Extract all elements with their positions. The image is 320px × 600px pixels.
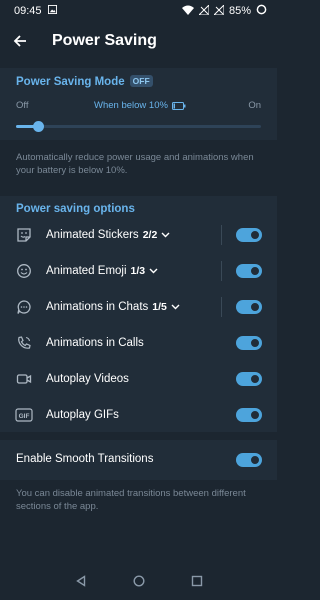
- battery-ring-icon: [256, 4, 267, 18]
- status-badge: OFF: [129, 75, 153, 87]
- circle-home-icon: [132, 575, 145, 587]
- wifi-icon: [181, 5, 194, 18]
- option-row-animated-emoji[interactable]: Animated Emoji 1/3: [0, 253, 277, 289]
- slider-current-label: When below 10%: [94, 100, 186, 111]
- option-row-animations-in-chats[interactable]: Animations in Chats 1/5: [0, 289, 277, 325]
- power-saving-mode-title: Power Saving Mode OFF: [16, 75, 153, 88]
- option-count: 1/5: [152, 301, 167, 313]
- autoplay-gifs-toggle[interactable]: [236, 408, 262, 422]
- animated-emoji-toggle[interactable]: [236, 264, 262, 278]
- video-icon: [15, 370, 33, 388]
- power-saving-options-section: Power saving options Animated Stickers 2…: [0, 196, 277, 432]
- gif-icon: GIF: [15, 406, 33, 424]
- slider-labels: Off When below 10% On: [16, 100, 261, 114]
- nav-back-button[interactable]: [75, 574, 87, 592]
- no-signal-icon: [197, 3, 210, 18]
- row-divider: [221, 297, 222, 317]
- option-row-animated-stickers[interactable]: Animated Stickers 2/2: [0, 217, 277, 253]
- option-row-animations-in-calls[interactable]: Animations in Calls: [0, 325, 277, 361]
- option-label: Autoplay Videos: [46, 373, 129, 385]
- status-bar: 09:45 85%: [0, 0, 277, 22]
- slider-handle[interactable]: [33, 121, 45, 132]
- toggle-knob: [249, 337, 261, 349]
- animations-in-chats-toggle[interactable]: [236, 300, 262, 314]
- chevron-down-icon: [171, 304, 180, 310]
- chevron-down-icon: [161, 232, 170, 238]
- power-saving-mode-section: Power Saving Mode OFF Off When below 10% …: [0, 68, 277, 140]
- smooth-transitions-row[interactable]: Enable Smooth Transitions: [0, 440, 277, 480]
- toggle-knob: [249, 301, 261, 313]
- chat-bubble-icon: [15, 298, 33, 316]
- system-nav-bar: [0, 566, 277, 600]
- row-divider: [221, 261, 222, 281]
- option-count: 2/2: [142, 229, 158, 241]
- slider-max-label: On: [248, 100, 261, 111]
- smooth-transitions-description: You can disable animated transitions bet…: [16, 488, 246, 512]
- sticker-icon: [15, 226, 33, 244]
- animations-in-calls-toggle[interactable]: [236, 336, 262, 350]
- option-label: Animated Stickers: [46, 229, 139, 241]
- toggle-knob: [249, 373, 261, 385]
- square-recents-icon: [191, 575, 202, 587]
- option-label: Animated Emoji: [46, 265, 127, 277]
- option-count: 1/3: [130, 265, 146, 277]
- smooth-transitions-toggle[interactable]: [236, 453, 262, 467]
- gallery-notification-icon: [47, 5, 57, 17]
- emoji-icon: [15, 262, 33, 280]
- slider-current-text: When below 10%: [94, 100, 168, 111]
- autoplay-videos-toggle[interactable]: [236, 372, 262, 386]
- arrow-left-icon: [13, 35, 26, 47]
- toggle-knob: [249, 265, 261, 277]
- toggle-knob: [249, 229, 261, 241]
- slider-min-label: Off: [16, 100, 29, 111]
- battery-low-icon: [171, 101, 186, 110]
- option-row-autoplay-gifs[interactable]: GIF Autoplay GIFs: [0, 397, 277, 433]
- status-time: 09:45: [14, 5, 42, 17]
- battery-threshold-slider[interactable]: [16, 121, 261, 132]
- option-label-group: Animated Stickers 2/2: [46, 229, 170, 241]
- nav-recents-button[interactable]: [191, 574, 203, 592]
- option-label: Autoplay GIFs: [46, 409, 119, 421]
- page-title: Power Saving: [52, 32, 157, 49]
- no-signal-icon: [212, 3, 225, 18]
- back-button[interactable]: [0, 22, 40, 60]
- triangle-back-icon: [75, 575, 85, 587]
- option-label-group: Animated Emoji 1/3: [46, 265, 158, 277]
- options-section-title: Power saving options: [16, 203, 135, 215]
- chevron-down-icon: [149, 268, 158, 274]
- section-title-text: Power Saving Mode: [16, 76, 125, 88]
- smooth-transitions-label: Enable Smooth Transitions: [16, 453, 154, 465]
- nav-home-button[interactable]: [132, 574, 145, 592]
- option-label-group: Autoplay GIFs: [46, 409, 119, 421]
- phone-icon: [15, 334, 33, 352]
- toggle-knob: [249, 409, 261, 421]
- option-label-group: Autoplay Videos: [46, 373, 129, 385]
- toggle-knob: [249, 454, 261, 466]
- option-label: Animations in Calls: [46, 337, 144, 349]
- option-label-group: Animations in Chats 1/5: [46, 301, 180, 313]
- power-saving-description: Automatically reduce power usage and ani…: [16, 152, 254, 176]
- animated-stickers-toggle[interactable]: [236, 228, 262, 242]
- svg-text:GIF: GIF: [19, 413, 30, 420]
- battery-percent: 85%: [228, 5, 251, 17]
- option-row-autoplay-videos[interactable]: Autoplay Videos: [0, 361, 277, 397]
- app-bar: Power Saving: [0, 22, 277, 60]
- option-label: Animations in Chats: [46, 301, 149, 313]
- row-divider: [221, 225, 222, 245]
- option-label-group: Animations in Calls: [46, 337, 144, 349]
